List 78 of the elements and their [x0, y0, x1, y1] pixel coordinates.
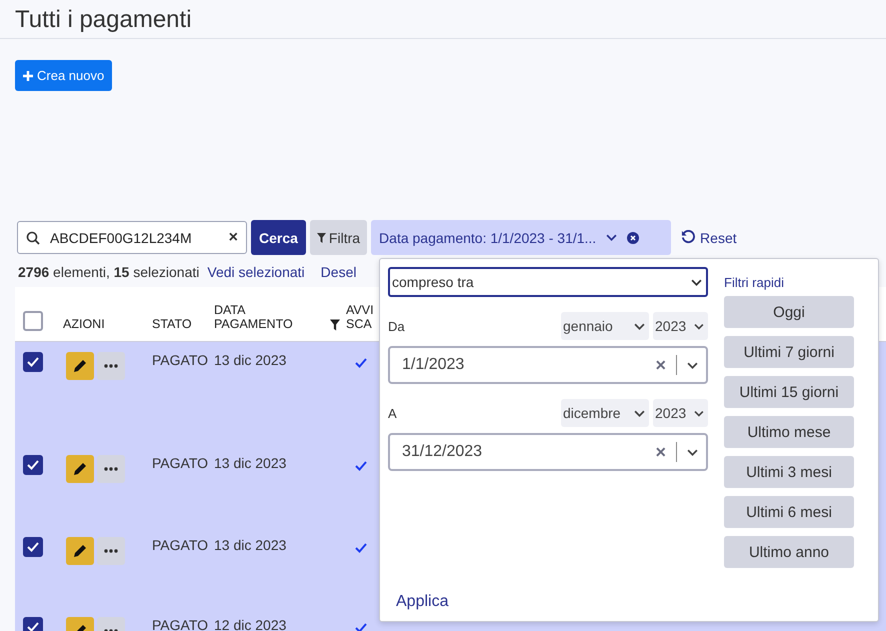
check-icon	[27, 357, 39, 367]
row-checkbox[interactable]	[23, 617, 43, 631]
quick-filter-button[interactable]: Ultimi 7 giorni	[724, 336, 854, 368]
date-cell: 13 dic 2023	[214, 537, 286, 553]
year-select[interactable]: 2023	[653, 312, 708, 340]
chevron-down-icon	[634, 322, 645, 330]
month-select[interactable]: dicembre	[561, 399, 649, 427]
chevron-down-icon	[634, 410, 645, 416]
plus-icon	[23, 70, 33, 80]
clear-button[interactable]: ×	[655, 442, 666, 462]
year-select[interactable]: 2023	[653, 399, 708, 427]
more-button[interactable]	[97, 455, 125, 483]
column-header: DATA PAGAMENTO	[214, 303, 293, 331]
search-field[interactable]: ABCDEF00G12L234M ×	[17, 221, 247, 254]
check-icon	[27, 542, 39, 552]
date-label: A	[388, 406, 397, 420]
deselect-link[interactable]: Desel	[320, 264, 356, 280]
column-header: AVVI SCA	[346, 303, 374, 331]
row-checkbox[interactable]	[23, 537, 43, 557]
quick-filter-button[interactable]: Ultimi 6 mesi	[724, 496, 854, 528]
date-field[interactable]: 1/1/2023 ×	[388, 346, 708, 384]
date-label: Da	[388, 318, 405, 334]
quick-filter-button[interactable]: Oggi	[724, 296, 854, 328]
filter-button[interactable]: Filtra	[310, 220, 368, 255]
edit-button[interactable]	[66, 537, 94, 565]
view-selected-link[interactable]: Vedi selezionati	[207, 264, 305, 280]
page-title: Tutti i pagamenti	[15, 5, 192, 34]
pencil-icon	[72, 358, 88, 374]
search-icon	[26, 230, 40, 244]
filter-icon	[316, 232, 326, 242]
date-cell: 13 dic 2023	[214, 352, 286, 368]
reset-button[interactable]: Reset	[681, 230, 737, 246]
clear-button[interactable]: ×	[228, 228, 238, 246]
close-icon[interactable]	[627, 232, 640, 244]
undo-icon	[681, 230, 696, 245]
select-all-checkbox[interactable]	[23, 311, 43, 331]
quick-filter-button[interactable]: Ultimi 3 mesi	[724, 456, 854, 488]
more-button[interactable]	[97, 352, 125, 380]
row-checkbox[interactable]	[23, 455, 43, 475]
status-cell: PAGATO	[152, 537, 208, 553]
status-cell: PAGATO	[152, 617, 208, 631]
more-button[interactable]	[97, 537, 125, 565]
quick-filters-title: Filtri rapidi	[724, 275, 785, 290]
pencil-icon	[72, 461, 88, 477]
clear-button[interactable]: ×	[655, 354, 666, 376]
month-select[interactable]: gennaio	[561, 312, 649, 340]
chevron-down-icon	[606, 234, 618, 241]
date-cell: 13 dic 2023	[214, 455, 286, 471]
more-icon	[104, 364, 118, 368]
status-cell: PAGATO	[152, 352, 208, 368]
row-checkbox[interactable]	[23, 352, 43, 372]
column-header: AZIONI	[63, 317, 105, 331]
filter-chip[interactable]: Data pagamento: 1/1/2023 - 31/1...	[371, 220, 672, 255]
edit-button[interactable]	[66, 352, 94, 380]
date-cell: 12 dic 2023	[214, 617, 286, 631]
chevron-down-icon	[691, 278, 702, 286]
more-icon	[104, 467, 118, 471]
check-icon	[27, 460, 39, 470]
quick-filter-button[interactable]: Ultimo anno	[724, 536, 854, 568]
status-cell: PAGATO	[152, 455, 208, 471]
quick-filter-button[interactable]: Ultimo mese	[724, 416, 854, 448]
more-icon	[104, 549, 118, 553]
apply-button[interactable]: Applica	[388, 593, 456, 611]
chevron-down-icon	[694, 410, 704, 416]
search-button[interactable]: Cerca	[251, 220, 306, 255]
chevron-down-icon	[687, 362, 698, 368]
date-field[interactable]: 31/12/2023 ×	[388, 433, 708, 471]
filter-icon[interactable]	[330, 319, 340, 331]
result-count: 2796 elementi, 15 selezionati	[18, 264, 200, 280]
chevron-down-icon	[687, 448, 698, 456]
create-button[interactable]: Crea nuovo	[15, 60, 112, 91]
edit-button[interactable]	[66, 455, 94, 483]
check-icon	[27, 622, 39, 631]
operator-select[interactable]: compreso tra	[388, 267, 708, 297]
quick-filter-button[interactable]: Ultimi 15 giorni	[724, 376, 854, 408]
column-header: STATO	[152, 317, 192, 331]
pencil-icon	[72, 543, 88, 559]
chevron-down-icon	[694, 322, 704, 330]
